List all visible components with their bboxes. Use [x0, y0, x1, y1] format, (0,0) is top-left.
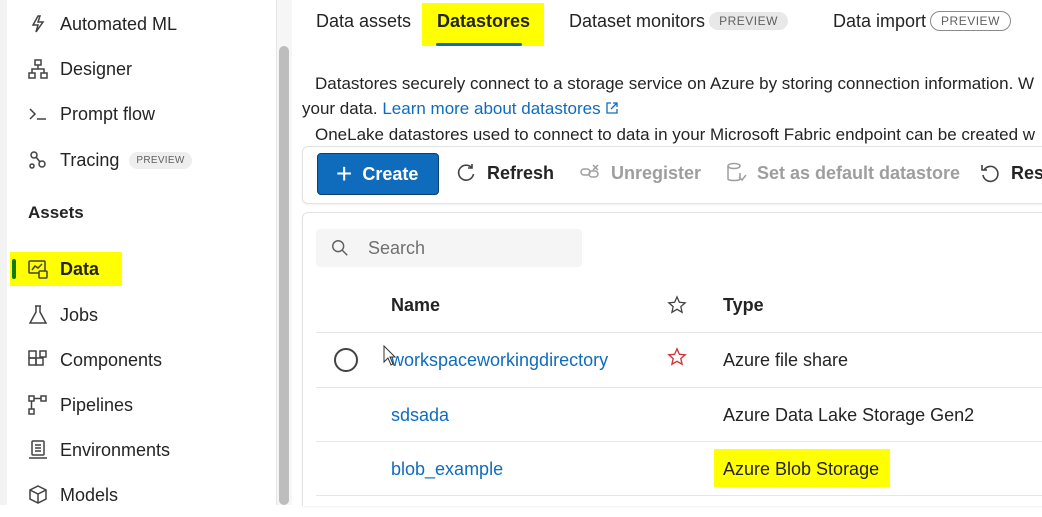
favorite-star-icon[interactable] — [667, 347, 689, 369]
nav-item-pipelines[interactable]: Pipelines — [12, 383, 274, 427]
tab-label: Dataset monitors — [569, 10, 706, 31]
data-icon — [24, 257, 52, 281]
datastore-name-link[interactable]: sdsada — [391, 405, 449, 426]
tab-label: Data assets — [316, 10, 412, 31]
link-text: Learn more about datastores — [382, 99, 601, 118]
pipelines-icon — [24, 393, 52, 417]
command-bar: + Create Refresh Unregister Set as defau… — [302, 146, 1042, 204]
row-divider — [316, 387, 1042, 388]
mouse-cursor-icon — [383, 345, 397, 366]
unregister-button[interactable]: Unregister — [579, 153, 701, 193]
environments-icon — [24, 438, 52, 462]
database-icon — [725, 162, 747, 184]
datastore-name-link[interactable]: blob_example — [391, 459, 503, 480]
nav-item-label: Pipelines — [60, 394, 134, 415]
description-line-1: Datastores securely connect to a storage… — [315, 74, 1035, 93]
unregister-icon — [579, 162, 601, 184]
nav-item-label: Jobs — [60, 304, 99, 325]
nav-item-models[interactable]: Models — [12, 473, 274, 517]
nav-item-label: Models — [60, 484, 119, 505]
row-divider — [316, 495, 1042, 496]
nav-item-label: Data — [60, 258, 100, 279]
nav-item-label: Tracing — [60, 149, 120, 170]
datastore-type: Azure Data Lake Storage Gen2 — [723, 405, 975, 425]
preview-badge: PREVIEW — [930, 11, 1011, 31]
nav-item-label: Environments — [60, 439, 171, 460]
tab-label: Data import — [833, 10, 927, 31]
tab-dataset-monitors[interactable]: Dataset monitors PREVIEW — [569, 10, 788, 32]
column-header-name[interactable]: Name — [391, 295, 440, 316]
selected-indicator — [12, 259, 16, 279]
preview-badge: PREVIEW — [129, 151, 192, 169]
datastore-type: Azure file share — [723, 350, 849, 370]
datastore-type: Azure Blob Storage — [723, 459, 880, 479]
description-text: your data. — [302, 99, 383, 118]
active-tab-underline — [436, 43, 522, 46]
designer-icon — [24, 57, 52, 81]
button-label: Refresh — [487, 162, 555, 183]
tracing-icon — [24, 148, 52, 172]
nav-item-label: Automated ML — [60, 13, 178, 34]
nav-item-label: Prompt flow — [60, 103, 156, 124]
assets-section-heading: Assets — [28, 203, 84, 222]
datastores-list-card: Name Type workspaceworkingdirectory Azur… — [302, 212, 1042, 506]
left-navigation: Automated ML Designer Prompt flow Tracin… — [0, 0, 277, 505]
prompt-flow-icon — [24, 102, 52, 126]
tab-data-import[interactable]: Data import PREVIEW — [833, 10, 1011, 32]
nav-item-tracing[interactable]: Tracing PREVIEW — [12, 138, 274, 182]
tab-data-assets[interactable]: Data assets — [316, 10, 411, 32]
nav-item-automated-ml[interactable]: Automated ML — [12, 2, 274, 46]
external-link-icon — [606, 102, 619, 114]
nav-item-label: Designer — [60, 58, 133, 79]
button-label: Unregister — [611, 162, 702, 183]
nav-item-components[interactable]: Components — [12, 338, 274, 382]
tab-label: Datastores — [437, 10, 531, 31]
row-divider — [316, 332, 1042, 333]
button-label: Set as default datastore — [757, 162, 961, 183]
create-button[interactable]: + Create — [317, 153, 439, 195]
nav-item-designer[interactable]: Designer — [12, 47, 274, 91]
components-icon — [24, 348, 52, 372]
nav-item-jobs[interactable]: Jobs — [12, 293, 274, 337]
search-icon — [330, 237, 352, 259]
sidebar-scrollbar-thumb[interactable] — [279, 46, 289, 505]
column-header-type[interactable]: Type — [723, 295, 764, 316]
learn-more-datastores-link[interactable]: Learn more about datastores — [382, 99, 619, 118]
set-default-datastore-button[interactable]: Set as default datastore — [725, 153, 960, 193]
row-select-radio[interactable] — [334, 348, 358, 372]
search-box[interactable] — [316, 229, 582, 267]
button-label: Rese — [1011, 162, 1042, 183]
nav-edge-strip — [0, 0, 7, 505]
button-label: Create — [362, 163, 419, 184]
refresh-icon — [455, 162, 477, 184]
undo-icon — [979, 162, 1001, 184]
jobs-icon — [24, 303, 52, 327]
automated-ml-icon — [24, 12, 52, 36]
datastore-name-link[interactable]: workspaceworkingdirectory — [391, 350, 608, 371]
models-icon — [24, 483, 52, 507]
nav-item-label: Components — [60, 349, 163, 370]
description-line-2: your data. Learn more about datastores — [302, 99, 619, 119]
reset-button[interactable]: Rese — [979, 153, 1042, 193]
main-content: Data assets Datastores Dataset monitors … — [292, 0, 1042, 506]
nav-item-prompt-flow[interactable]: Prompt flow — [12, 92, 274, 136]
plus-icon: + — [336, 158, 353, 189]
tab-datastores[interactable]: Datastores — [437, 10, 530, 32]
favorite-column-star-icon[interactable] — [667, 295, 689, 317]
preview-badge: PREVIEW — [709, 12, 788, 30]
row-divider — [316, 441, 1042, 442]
search-input[interactable] — [366, 236, 570, 260]
nav-item-data[interactable]: Data — [12, 247, 274, 291]
refresh-button[interactable]: Refresh — [455, 153, 554, 193]
nav-item-environments[interactable]: Environments — [12, 428, 274, 472]
description-line-3: OneLake datastores used to connect to da… — [315, 125, 1036, 144]
